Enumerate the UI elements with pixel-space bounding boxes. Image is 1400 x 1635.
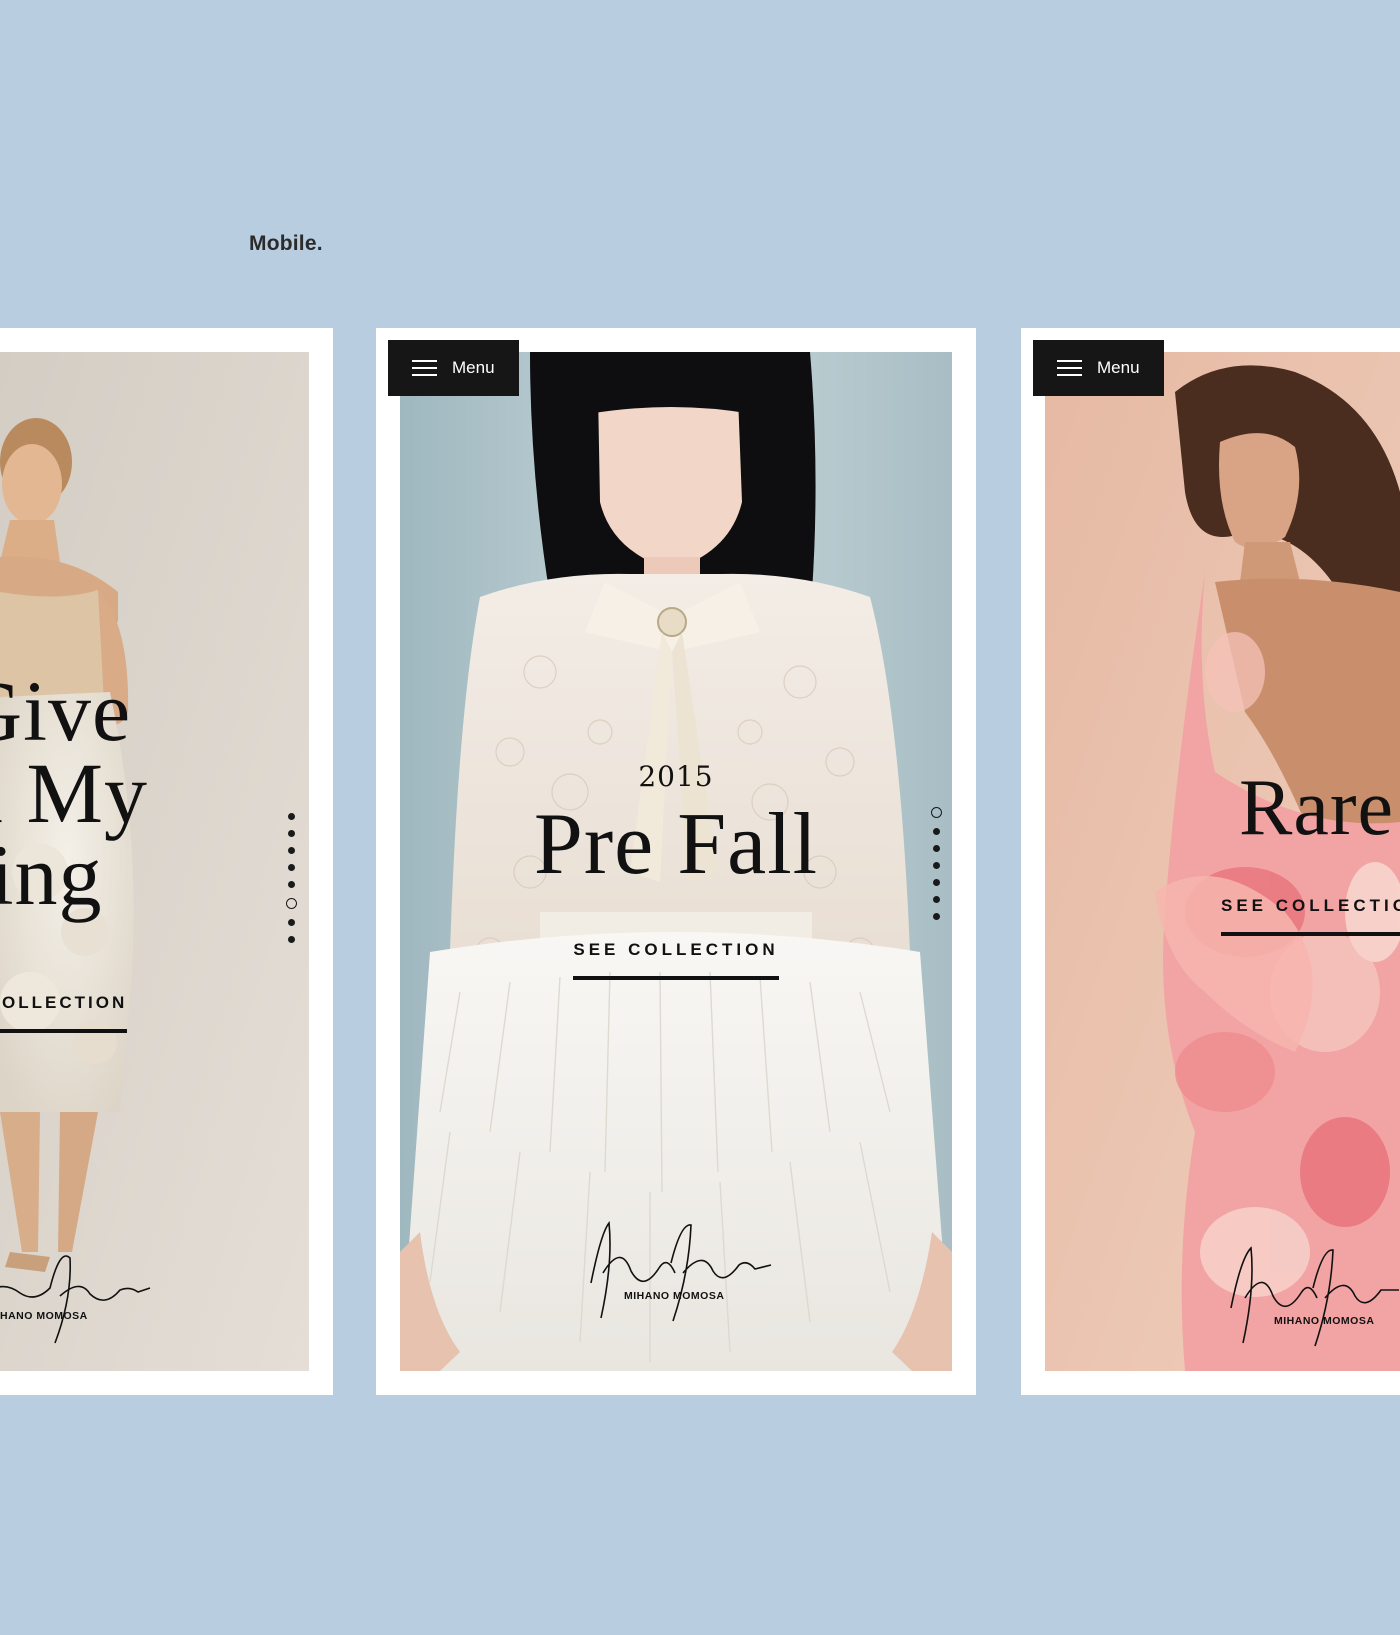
slide-dot[interactable] [287,864,295,871]
hero-title: Rare [1239,764,1395,852]
hero-text: Give u My ring [0,663,180,923]
slide-dot[interactable] [287,881,295,888]
hero-title: Pre Fall [533,796,819,893]
menu-button[interactable]: Menu [1033,340,1164,396]
slide-dot[interactable] [932,845,940,852]
menu-label: Menu [452,358,495,377]
slide-dot-active[interactable] [930,807,942,818]
collection-year: 2015 [638,760,714,793]
slide-dot[interactable] [932,913,940,920]
see-collection-label[interactable]: SEE COLLECTION [573,940,779,980]
see-collection-link[interactable]: SEE COLLECTIO [1221,896,1400,936]
mobile-card-center[interactable]: Menu 2015 Pre Fall SEE COLLECTION MIHANO… [376,328,976,1395]
slide-dot[interactable] [287,813,295,820]
hamburger-icon [412,360,437,376]
slide-dot[interactable] [932,879,940,886]
slide-dot[interactable] [932,828,940,835]
brand-name: MIHANO MOMOSA [624,1290,725,1302]
slide-dot[interactable] [932,896,940,903]
slide-indicator[interactable] [285,813,297,953]
section-label: Mobile. [249,232,323,255]
hero-title-line-1: Give [0,663,132,759]
brand-name: MIHANO MOMOSA [1274,1315,1375,1327]
slide-dot[interactable] [287,919,295,926]
hero-text: Rare [1239,768,1400,848]
mobile-card-left[interactable]: Give u My ring OLLECTION HANO MOMOSA [0,328,333,1395]
menu-button[interactable]: Menu [388,340,519,396]
brand-signature-logo: HANO MOMOSA [0,1238,160,1348]
slide-dot[interactable] [932,862,940,869]
slide-dot-active[interactable] [285,898,297,909]
model-photo-illustration [1045,352,1400,1371]
hero-title-line-3: ring [0,827,103,923]
hamburger-icon [1057,360,1082,376]
hero-text: 2015 Pre Fall [376,760,976,889]
see-collection-label[interactable]: SEE COLLECTIO [1221,896,1400,936]
see-collection-label[interactable]: OLLECTION [0,993,128,1033]
slide-dot[interactable] [287,936,295,943]
brand-signature-logo: MIHANO MOMOSA [1221,1238,1400,1348]
brand-name: HANO MOMOSA [0,1310,88,1322]
menu-label: Menu [1097,358,1140,377]
slide-dot[interactable] [287,830,295,837]
hero-photo [1045,352,1400,1371]
see-collection-link[interactable]: OLLECTION [0,993,140,1033]
slide-dot[interactable] [287,847,295,854]
mobile-card-right[interactable]: Menu Rare SEE COLLECTIO MIHANO MOMOSA [1021,328,1400,1395]
see-collection-link[interactable]: SEE COLLECTION [376,940,976,980]
brand-signature-logo: MIHANO MOMOSA [571,1213,781,1323]
slide-indicator[interactable] [930,807,942,930]
hero-title-line-2: u My [0,745,148,841]
